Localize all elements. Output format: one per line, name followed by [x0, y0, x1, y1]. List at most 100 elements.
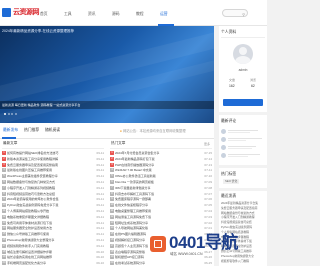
list-item-title[interactable]: 免费云服务器申请及配置使用完整指南	[7, 163, 89, 167]
search-box[interactable]: ⚲	[222, 9, 248, 17]
list-item-title[interactable]: 个人博客网站搭建教程从零开始	[7, 209, 89, 213]
list-item-date: 07-07	[204, 191, 212, 196]
rank-badge: 15	[2, 232, 6, 237]
list-item-title[interactable]: 网站测速工具源码免费下载	[115, 215, 197, 219]
list-item-title[interactable]: 电脑系统重装步骤图文详细教程	[7, 215, 89, 219]
list-item-title[interactable]: 免费可商用字体素材资源打包下载	[7, 221, 89, 225]
list-item-title[interactable]: 2024年最值得使用的效率办公软件合集	[7, 197, 89, 201]
list-item-title[interactable]: 在线文件快递柜程序分享	[115, 203, 197, 207]
latest-post-link[interactable]: 免费云服务器申请及配置指南	[221, 206, 265, 210]
list-item-title[interactable]: PHP在线音乐播放器源码分享	[115, 163, 197, 167]
list-item-title[interactable]: 域名注册与解析设置详细操作步骤	[7, 250, 89, 254]
hero-banner[interactable]: 2024年最新精品资源分享-在线云资源整理推荐 最新资源 每日更新 精品软件 源…	[0, 26, 214, 123]
rank-badge: 19	[110, 255, 114, 260]
comment-item[interactable]	[221, 136, 265, 142]
content-tabs: 最新发布 热门推荐 随机阅读 ●网站公告：本站资源均来自互联网收集整理	[0, 123, 214, 139]
avatar[interactable]	[233, 44, 253, 64]
list-item-title[interactable]: Office办公软件激活工具最新版	[115, 174, 197, 178]
list-item-title[interactable]: 抖音去水印解析工具源码下载	[115, 192, 197, 196]
nav-item-news[interactable]: 资讯	[88, 12, 96, 17]
latest-post-link[interactable]: 小程序开发入门到精通教程	[221, 215, 265, 219]
tags-heading: 热门标签	[221, 172, 237, 176]
list-item-title[interactable]: 2024年7月付费会员资源合集分享	[115, 151, 197, 155]
latest-post-link[interactable]: 2024年最新精品资源分享合集	[221, 201, 265, 205]
slider-dots	[4, 112, 18, 116]
comment-item[interactable]	[221, 128, 265, 134]
latest-heading: 最近发表	[221, 194, 237, 198]
avatar	[221, 128, 226, 134]
rank-badge: 10	[110, 203, 114, 208]
list-item-title[interactable]: Kiss Dia 一款漂亮的网页模板	[115, 180, 197, 184]
list-item-title[interactable]: 小程序开发入门到精通系列视频教程	[7, 186, 89, 190]
more-link[interactable]: 更多	[204, 142, 210, 146]
rank-badge: 6	[2, 180, 6, 184]
list-item-title[interactable]: 2024年最新精品源码打包下载	[115, 157, 197, 161]
latest-post-link[interactable]: 抖音短视频运营技巧总结	[221, 220, 265, 224]
rank-badge: 3	[110, 162, 114, 167]
profile-button[interactable]	[223, 99, 263, 106]
slider-dot[interactable]	[14, 113, 17, 115]
nav-item-source[interactable]: 源码	[112, 12, 120, 17]
list-item-title[interactable]: WordPress主题美化插件安装教程分享	[7, 174, 89, 178]
comment-item[interactable]	[221, 152, 265, 158]
megaphone-icon: ●	[120, 129, 122, 133]
list-item-title[interactable]: Python爬虫实战案例源码免费分享下载	[7, 203, 89, 207]
list-item-title[interactable]: 微信公众号排版工具推荐与使用	[7, 232, 89, 236]
rank-badge: 16	[2, 238, 6, 242]
nav-item-operation[interactable]: 运营	[160, 12, 168, 17]
list-item-date: 09-10	[96, 255, 104, 260]
list-item-title[interactable]: 短网址生成系统源码分享	[115, 221, 197, 225]
list-item-date: 07-09	[204, 180, 212, 184]
list-item-title[interactable]: 视频剪辑软件新手入门实用教程	[7, 244, 89, 248]
list-item-title[interactable]: 站长必备的实用在线工具网站推荐	[7, 255, 89, 259]
rank-badge: 8	[2, 191, 6, 196]
site-notice[interactable]: ●网站公告：本站资源均来自互联网收集整理	[120, 128, 186, 133]
slider-dot[interactable]	[4, 113, 6, 115]
list-item-title[interactable]: 免费图床程序源码一键部署	[115, 197, 197, 201]
rank-badge: 8	[110, 191, 114, 196]
hero-caption-bar: 最新资源 每日更新 精品软件 源码教程 一站式资源分享平台	[0, 101, 214, 109]
search-icon[interactable]: ⚲	[242, 12, 245, 17]
list-item[interactable]: 20 手机端网页适配优化方案分享 09-10	[2, 260, 104, 266]
list-item-title[interactable]: 网站服务器安全防护设置常用方法	[7, 226, 89, 230]
list-item-date: 09-10	[96, 261, 104, 266]
list-item-title[interactable]: 网站数据备份与恢复的几种常见方式	[7, 180, 89, 184]
list-item-title[interactable]: 新版本资源采集工具分享使用教程详解	[7, 157, 89, 161]
rank-badge: 5	[2, 174, 6, 179]
list-item[interactable]: 20 在线考试系统源码分享 06-25	[110, 260, 212, 266]
list-item-title[interactable]: 最新版在线图片压缩工具推荐使用	[7, 168, 89, 172]
nav-item-tutorial[interactable]: 教程	[136, 12, 144, 17]
list-item-date: 09-11	[96, 214, 104, 219]
tab-hot[interactable]: 热门推荐	[24, 128, 39, 133]
hero-caption[interactable]: 最新资源 每日更新 精品软件 源码教程 一站式资源分享平台	[2, 103, 80, 107]
latest-post-link[interactable]: Python爬虫实战案例源码	[221, 225, 265, 229]
site-logo[interactable]: 云资源网	[2, 7, 40, 19]
avatar	[221, 144, 226, 150]
nav-item-tools[interactable]: 工具	[64, 12, 72, 17]
tab-random[interactable]: 随机阅读	[45, 128, 60, 133]
list-item-title[interactable]: 手机端网页适配优化方案分享	[7, 261, 89, 265]
list-item-date: 07-03	[204, 214, 212, 219]
list-item-title[interactable]: 如何有效提升网站SEO排名的方法技巧	[7, 151, 89, 155]
list-item-date: 09-11	[96, 197, 104, 202]
hero-title: 2024年最新精品资源分享-在线云资源整理推荐	[2, 29, 74, 33]
stat-label-views: 浏览	[250, 78, 257, 82]
tag-chip[interactable]: SEO 优化	[223, 179, 240, 184]
latest-post-link[interactable]: 网站数据备份与恢复的方式	[221, 211, 265, 215]
slider-dot[interactable]	[7, 113, 10, 115]
logo-icon	[2, 8, 11, 17]
nav-item-home[interactable]: 首页	[40, 12, 48, 17]
list-item-title[interactable]: 电脑桌面整理工具推荐使用	[115, 209, 197, 213]
list-item-title[interactable]: 抖音短视频运营技巧与涨粉方法总结	[7, 192, 89, 196]
list-item-title[interactable]: WinRAR 7.00 Beta2 中文版	[115, 168, 197, 172]
rank-badge: 2	[2, 156, 6, 161]
tab-latest[interactable]: 最新发布	[3, 128, 18, 133]
rank-badge: 17	[110, 243, 114, 248]
list-item-title[interactable]: Photoshop常用快捷键大全整理分享	[7, 238, 89, 242]
rank-badge: 14	[110, 226, 114, 231]
list-item-title[interactable]: IDM下载器最新绿色版分享	[115, 186, 197, 190]
slider-dot[interactable]	[11, 113, 13, 115]
list-item-title[interactable]: 个人导航网站源码美化版	[115, 226, 197, 230]
list-item-title[interactable]: 在线考试系统源码分享	[115, 261, 197, 265]
comment-item[interactable]	[221, 144, 265, 150]
